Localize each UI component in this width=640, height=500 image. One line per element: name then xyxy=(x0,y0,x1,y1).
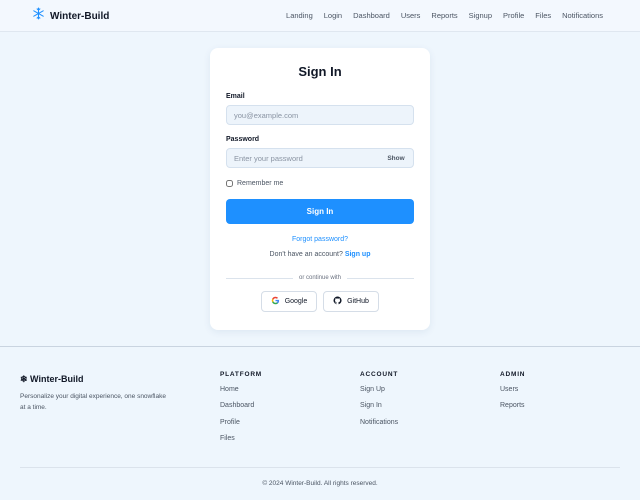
remember-me[interactable]: Remember me xyxy=(226,180,283,187)
footer-heading: ADMIN xyxy=(500,371,526,378)
top-header: Winter-Build Landing Login Dashboard Use… xyxy=(0,0,640,32)
nav-link-files[interactable]: Files xyxy=(535,11,551,20)
google-icon xyxy=(271,296,280,307)
brand-name: Winter-Build xyxy=(50,10,110,22)
email-input[interactable] xyxy=(226,105,414,125)
footer-link-reports[interactable]: Reports xyxy=(500,401,525,417)
nav-link-login[interactable]: Login xyxy=(324,11,342,20)
google-button-label: Google xyxy=(284,298,308,305)
github-button[interactable]: GitHub xyxy=(323,291,379,312)
footer-column-admin: ADMIN Users Reports xyxy=(500,371,525,418)
main-nav: Landing Login Dashboard Users Reports Si… xyxy=(286,11,603,20)
remember-me-label: Remember me xyxy=(237,180,284,187)
footer-heading: ACCOUNT xyxy=(360,371,399,378)
nav-link-dashboard[interactable]: Dashboard xyxy=(353,11,390,20)
google-button[interactable]: Google xyxy=(261,291,317,312)
divider-text: or continue with xyxy=(298,275,342,281)
nav-link-users[interactable]: Users xyxy=(401,11,421,20)
divider-line xyxy=(226,277,293,279)
footer-divider xyxy=(20,467,620,468)
forgot-password-link[interactable]: Forgot password? xyxy=(210,236,430,243)
brand[interactable]: Winter-Build xyxy=(32,7,110,25)
remember-me-checkbox[interactable] xyxy=(226,180,233,187)
footer-brand: ❄ Winter-Build xyxy=(20,374,84,384)
social-divider: or continue with xyxy=(226,274,414,282)
footer-tagline: Personalize your digital experience, one… xyxy=(20,393,166,411)
divider-line xyxy=(347,277,414,279)
sign-up-link[interactable]: Sign up xyxy=(345,251,371,258)
footer-column-platform: PLATFORM Home Dashboard Profile Files xyxy=(220,371,262,450)
page-title: Sign In xyxy=(298,64,342,79)
footer-link-profile[interactable]: Profile xyxy=(220,418,262,434)
footer-column-account: ACCOUNT Sign Up Sign In Notifications xyxy=(360,371,398,434)
nav-link-landing[interactable]: Landing xyxy=(286,11,313,20)
footer-link-sign-up[interactable]: Sign Up xyxy=(360,385,398,401)
sign-in-button[interactable]: Sign In xyxy=(226,199,414,224)
nav-link-profile[interactable]: Profile xyxy=(503,11,524,20)
github-icon xyxy=(333,296,342,307)
footer-heading: PLATFORM xyxy=(220,371,263,378)
show-password-button[interactable]: Show xyxy=(382,149,410,167)
footer-link-dashboard[interactable]: Dashboard xyxy=(220,401,262,417)
nav-link-notifications[interactable]: Notifications xyxy=(562,11,603,20)
copyright-text: © 2024 Winter-Build. All rights reserved… xyxy=(262,480,378,487)
login-card: Sign In Email Password Show Remember me … xyxy=(210,48,430,330)
nav-link-reports[interactable]: Reports xyxy=(431,11,457,20)
footer-link-home[interactable]: Home xyxy=(220,385,262,401)
footer-link-sign-in[interactable]: Sign In xyxy=(360,401,398,417)
footer-link-files[interactable]: Files xyxy=(220,434,262,450)
nav-link-signup[interactable]: Signup xyxy=(469,11,492,20)
snowflake-icon xyxy=(32,7,45,25)
signup-prompt: Don't have an account? Sign up xyxy=(210,251,430,258)
site-footer: ❄ Winter-Build Personalize your digital … xyxy=(0,346,640,500)
password-label: Password xyxy=(226,136,260,143)
footer-link-notifications[interactable]: Notifications xyxy=(360,418,398,434)
footer-link-users[interactable]: Users xyxy=(500,385,525,401)
github-button-label: GitHub xyxy=(347,298,369,305)
email-label: Email xyxy=(226,93,245,100)
no-account-text: Don't have an account? xyxy=(269,251,343,258)
